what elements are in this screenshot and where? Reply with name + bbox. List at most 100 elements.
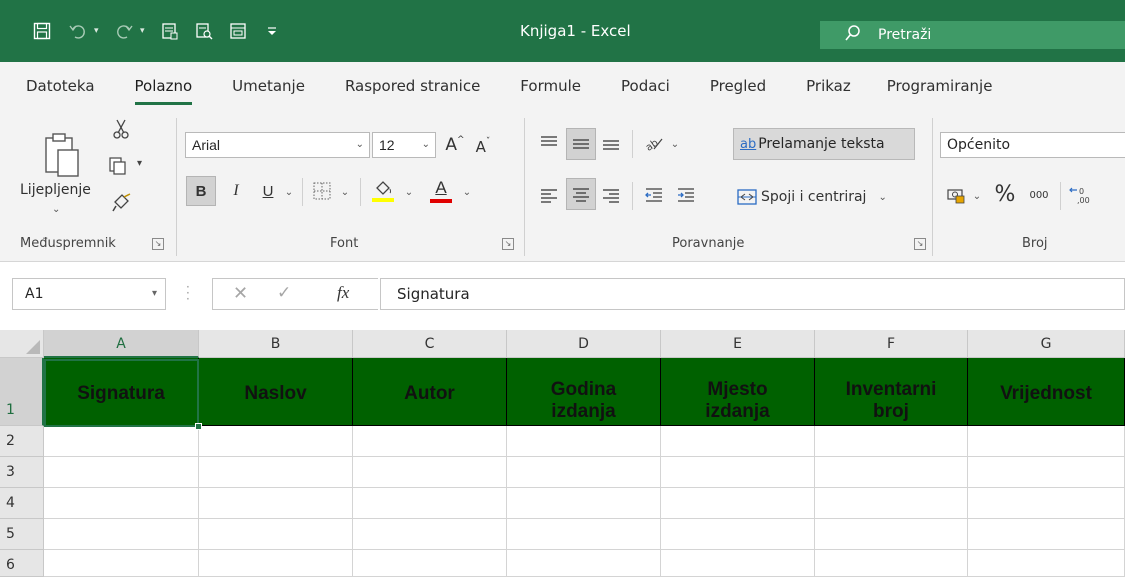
borders-icon[interactable] [308,176,336,206]
cell-g2[interactable] [968,426,1125,457]
bold-button[interactable]: B [186,176,216,206]
cell-b4[interactable] [199,488,353,519]
font-color-dropdown-icon[interactable]: ⌄ [460,178,474,206]
font-size-box[interactable]: 12 ⌄ [372,132,436,158]
row-header-4[interactable]: 4 [0,488,44,519]
select-all-button[interactable] [0,330,44,358]
cell-a2[interactable] [44,426,199,457]
cell-b3[interactable] [199,457,353,488]
align-middle-icon[interactable] [566,128,596,160]
tab-datoteka[interactable]: Datoteka [26,77,95,97]
cell-e4[interactable] [661,488,815,519]
cell-f6[interactable] [815,550,968,577]
tab-umetanje[interactable]: Umetanje [232,77,305,97]
column-header-e[interactable]: E [661,330,815,358]
cell-e2[interactable] [661,426,815,457]
cut-icon[interactable] [112,118,130,144]
customize-qat-icon[interactable] [260,19,284,43]
cell-e1[interactable]: Mjesto izdanja [661,358,815,426]
cell-d6[interactable] [507,550,661,577]
tab-prikaz[interactable]: Prikaz [806,77,851,97]
font-name-box[interactable]: Arial ⌄ [185,132,370,158]
name-box-dropdown-icon[interactable]: ▾ [152,279,157,309]
tab-formule[interactable]: Formule [520,77,581,97]
borders-dropdown-icon[interactable]: ⌄ [338,178,352,206]
row-header-2[interactable]: 2 [0,426,44,457]
cell-a5[interactable] [44,519,199,550]
cell-a3[interactable] [44,457,199,488]
cell-c6[interactable] [353,550,507,577]
form-icon[interactable] [158,19,182,43]
cell-c2[interactable] [353,426,507,457]
search-box[interactable]: Pretraži [820,21,1125,49]
increase-indent-icon[interactable] [672,180,700,210]
undo-icon[interactable] [66,19,90,43]
redo-icon[interactable] [112,19,136,43]
align-right-icon[interactable] [598,180,624,210]
cell-c3[interactable] [353,457,507,488]
accounting-dropdown-icon[interactable]: ⌄ [970,182,984,210]
font-color-button[interactable]: A [424,174,458,208]
column-header-c[interactable]: C [353,330,507,358]
cell-a4[interactable] [44,488,199,519]
column-header-g[interactable]: G [968,330,1125,358]
cell-f5[interactable] [815,519,968,550]
number-format-box[interactable]: Općenito [940,132,1125,158]
clipboard-launcher-icon[interactable]: ↘ [152,238,164,250]
align-top-icon[interactable] [536,128,562,158]
fill-color-dropdown-icon[interactable]: ⌄ [402,178,416,206]
cell-a1[interactable]: Signatura [44,358,199,426]
italic-button[interactable]: I [222,176,250,206]
copy-dropdown-icon[interactable]: ▾ [137,158,142,169]
column-header-b[interactable]: B [199,330,353,358]
decrease-indent-icon[interactable] [640,180,668,210]
cell-c5[interactable] [353,519,507,550]
cell-g6[interactable] [968,550,1125,577]
tab-podaci[interactable]: Podaci [621,77,670,97]
cell-f4[interactable] [815,488,968,519]
increase-font-size-button[interactable]: A ^ [444,132,466,158]
percent-button[interactable]: % [990,178,1020,210]
cell-f3[interactable] [815,457,968,488]
name-box[interactable]: A1 ▾ [12,278,166,310]
row-header-3[interactable]: 3 [0,457,44,488]
fill-handle[interactable] [195,423,202,430]
merge-center-button[interactable]: Spoji i centriraj ⌄ [737,182,887,212]
cell-b1[interactable]: Naslov [199,358,353,426]
cell-e5[interactable] [661,519,815,550]
tab-raspored-stranice[interactable]: Raspored stranice [345,77,480,97]
tab-polazno[interactable]: Polazno [134,77,192,105]
window-icon[interactable] [226,19,250,43]
cell-b2[interactable] [199,426,353,457]
save-icon[interactable] [30,19,54,43]
row-header-1[interactable]: 1 [0,358,44,426]
cell-g5[interactable] [968,519,1125,550]
wrap-text-button[interactable]: ab Prelamanje teksta [733,128,915,160]
align-center-icon[interactable] [566,178,596,210]
tab-pregled[interactable]: Pregled [710,77,766,97]
cell-e6[interactable] [661,550,815,577]
enter-icon[interactable]: ✓ [277,283,291,303]
comma-style-button[interactable]: 000 [1024,180,1054,210]
cell-d4[interactable] [507,488,661,519]
underline-dropdown-icon[interactable]: ⌄ [282,178,296,206]
underline-button[interactable]: U [256,176,280,206]
column-header-a[interactable]: A [44,330,199,358]
cell-f1[interactable]: Inventarni broj [815,358,968,426]
cell-b5[interactable] [199,519,353,550]
column-header-d[interactable]: D [507,330,661,358]
increase-decimal-icon[interactable]: 0,00 [1066,180,1096,210]
format-painter-icon[interactable] [112,192,132,216]
align-bottom-icon[interactable] [598,128,624,158]
undo-dropdown-icon[interactable]: ▾ [94,26,104,36]
merge-dropdown-icon[interactable]: ⌄ [878,192,886,203]
cell-g3[interactable] [968,457,1125,488]
insert-function-icon[interactable]: fx [337,283,349,303]
cancel-icon[interactable]: ✕ [233,283,248,304]
alignment-launcher-icon[interactable]: ↘ [914,238,926,250]
formula-input[interactable]: Signatura [380,278,1125,310]
cell-g1[interactable]: Vrijednost [968,358,1125,426]
paste-button[interactable]: Lijepljenje ⌄ [20,120,104,230]
column-header-f[interactable]: F [815,330,968,358]
font-launcher-icon[interactable]: ↘ [502,238,514,250]
